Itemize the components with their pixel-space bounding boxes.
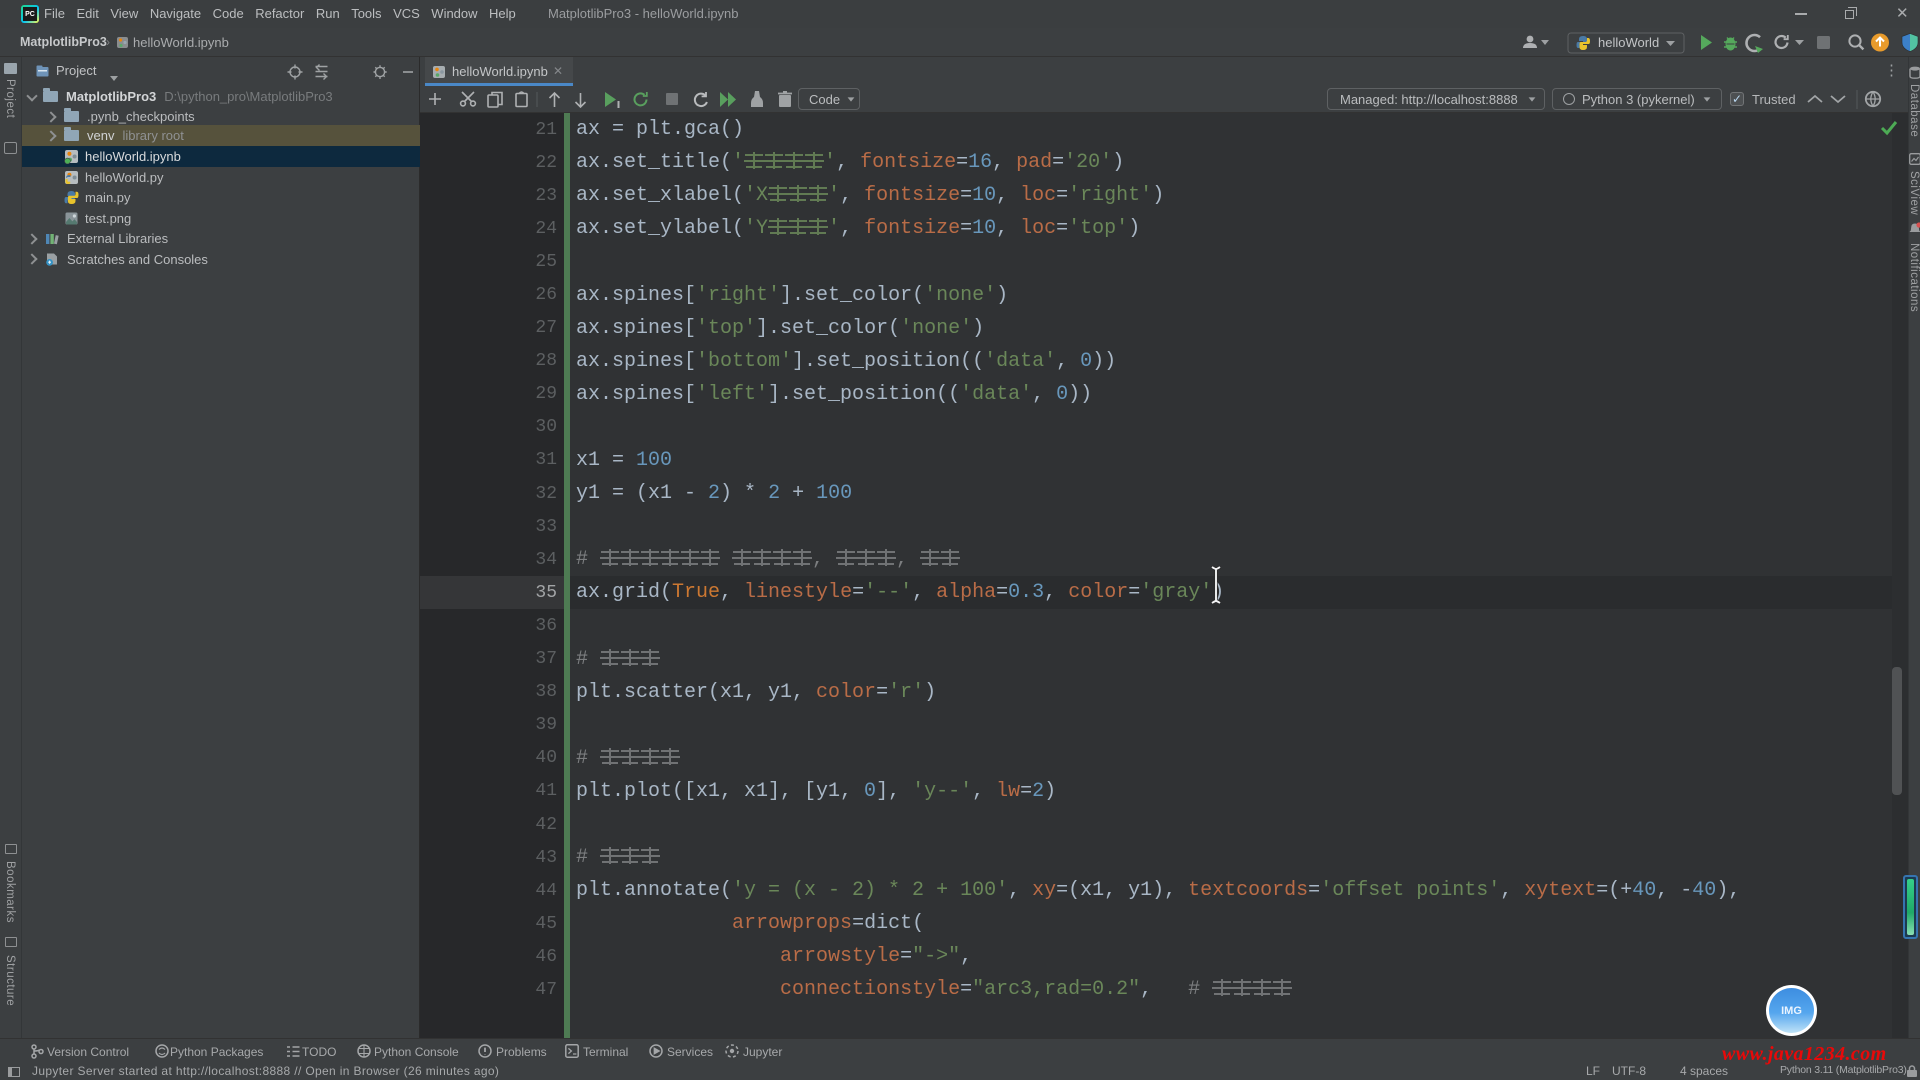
svg-text:helloWorld: helloWorld [1598, 35, 1659, 50]
